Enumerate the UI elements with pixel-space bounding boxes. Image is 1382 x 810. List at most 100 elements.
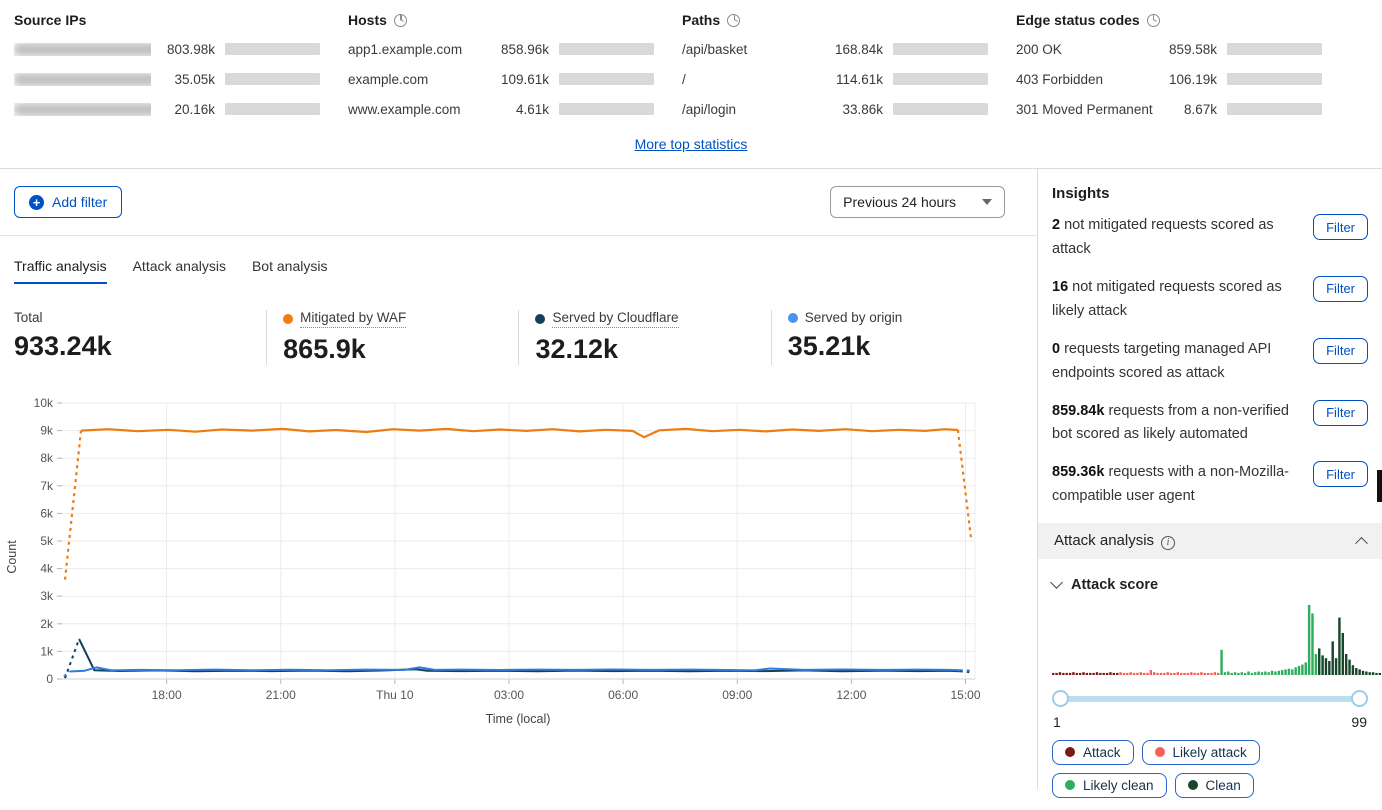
slider-handle-max[interactable] [1351,690,1368,707]
traffic-chart[interactable]: 01k2k3k4k5k6k7k8k9k10k18:0021:00Thu 1003… [0,387,1037,742]
table-row[interactable]: /api/basket 168.84k [682,34,988,64]
series-dot-orange [283,314,293,324]
attack-dot-icon [1065,747,1075,757]
table-row[interactable]: 35.05k [14,64,320,94]
svg-text:8k: 8k [40,451,54,465]
table-row[interactable]: 403 Forbidden 106.19k [1016,64,1322,94]
add-filter-label: Add filter [52,194,107,210]
row-value: 4.61k [485,102,549,117]
table-row[interactable]: 301 Moved Permanently 8.67k [1016,94,1322,124]
svg-text:18:00: 18:00 [152,688,182,702]
value-bar [559,103,654,115]
value-bar [893,103,988,115]
attack-score-range-slider[interactable] [1052,690,1368,708]
more-top-statistics-link[interactable]: More top statistics [635,136,748,152]
row-value: 114.61k [819,72,883,87]
edge-status-codes-column: Edge status codes 200 OK 859.58k 403 For… [1016,12,1350,124]
svg-text:2k: 2k [40,617,54,631]
slider-min-label: 1 [1053,714,1061,730]
table-row[interactable]: 803.98k [14,34,320,64]
stat-served-by-origin: Served by origin 35.21k [771,310,1023,365]
table-row[interactable]: app1.example.com 858.96k [348,34,654,64]
svg-text:10k: 10k [34,396,54,410]
row-label: app1.example.com [348,42,485,57]
svg-text:Thu 10: Thu 10 [376,688,414,702]
clean-dot-icon [1188,780,1198,790]
attack-score-header[interactable]: Attack score [1038,559,1382,597]
redacted-ip-label [14,73,151,86]
svg-text:Count: Count [5,540,19,574]
edge-status-codes-title: Edge status codes [1016,12,1322,28]
svg-text:15:00: 15:00 [950,688,980,702]
insight-filter-button[interactable]: Filter [1313,461,1368,487]
insight-filter-button[interactable]: Filter [1313,338,1368,364]
row-value: 33.86k [819,102,883,117]
svg-text:1k: 1k [40,644,54,658]
likely-attack-dot-icon [1155,747,1165,757]
insight-item: 859.84k requests from a non-verified bot… [1052,400,1368,448]
slider-handle-min[interactable] [1052,690,1069,707]
legend-likely-attack-button[interactable]: Likely attack [1142,740,1260,765]
table-row[interactable]: www.example.com 4.61k [348,94,654,124]
insight-filter-button[interactable]: Filter [1313,214,1368,240]
table-row[interactable]: 200 OK 859.58k [1016,34,1322,64]
svg-text:03:00: 03:00 [494,688,524,702]
scrollbar-thumb[interactable] [1377,470,1382,502]
legend-attack-button[interactable]: Attack [1052,740,1134,765]
row-value: 35.05k [151,72,215,87]
svg-text:6k: 6k [40,506,54,520]
row-label: /api/login [682,102,819,117]
table-row[interactable]: /api/login 33.86k [682,94,988,124]
plus-icon: + [29,195,44,210]
table-row[interactable]: / 114.61k [682,64,988,94]
chevron-down-icon [982,199,992,205]
insight-filter-button[interactable]: Filter [1313,400,1368,426]
chevron-down-icon [1050,576,1063,589]
slider-max-label: 99 [1351,714,1367,730]
svg-text:9k: 9k [40,424,54,438]
value-bar [225,43,320,55]
table-row[interactable]: 20.16k [14,94,320,124]
tab-traffic-analysis[interactable]: Traffic analysis [14,258,107,284]
summary-stats: Total 933.24k Mitigated by WAF 865.9k Se… [14,310,1023,365]
value-bar [1227,73,1322,85]
pie-chart-icon[interactable] [1147,14,1160,27]
likely-clean-dot-icon [1065,780,1075,790]
series-dot-navy [535,314,545,324]
insights-sidebar: Insights 2 not mitigated requests scored… [1037,169,1382,789]
svg-text:5k: 5k [40,534,54,548]
value-bar [1227,103,1322,115]
legend-clean-button[interactable]: Clean [1175,773,1254,798]
pie-chart-icon[interactable] [727,14,740,27]
attack-analysis-section-header[interactable]: Attack analysisi [1038,523,1382,559]
redacted-ip-label [14,43,151,56]
chevron-up-icon[interactable] [1355,537,1368,550]
tab-attack-analysis[interactable]: Attack analysis [133,258,226,284]
stat-total: Total 933.24k [14,310,266,365]
svg-text:Time (local): Time (local) [486,712,551,726]
attack-score-legend: Attack Likely attack Likely clean Clean [1038,734,1382,804]
row-label: / [682,72,819,87]
attack-score-histogram[interactable] [1052,599,1382,679]
paths-column: Paths /api/basket 168.84k / 114.61k /api… [682,12,1016,124]
source-ips-column: Source IPs 803.98k 35.05k 20.16k [14,12,348,124]
table-row[interactable]: example.com 109.61k [348,64,654,94]
info-icon[interactable]: i [1161,536,1175,550]
tab-bot-analysis[interactable]: Bot analysis [252,258,327,284]
row-label: 200 OK [1016,42,1153,57]
legend-likely-clean-button[interactable]: Likely clean [1052,773,1167,798]
row-value: 858.96k [485,42,549,57]
slider-track[interactable] [1058,696,1362,702]
value-bar [1227,43,1322,55]
add-filter-button[interactable]: + Add filter [14,186,122,218]
row-label: example.com [348,72,485,87]
pie-chart-icon[interactable] [394,14,407,27]
row-value: 106.19k [1153,72,1217,87]
row-label: 403 Forbidden [1016,72,1153,87]
stat-served-by-cloudflare: Served by Cloudflare 32.12k [518,310,770,365]
time-range-dropdown[interactable]: Previous 24 hours [830,186,1005,218]
insight-filter-button[interactable]: Filter [1313,276,1368,302]
traffic-line-chart[interactable]: 01k2k3k4k5k6k7k8k9k10k18:0021:00Thu 1003… [0,387,1010,737]
value-bar [225,103,320,115]
row-value: 20.16k [151,102,215,117]
